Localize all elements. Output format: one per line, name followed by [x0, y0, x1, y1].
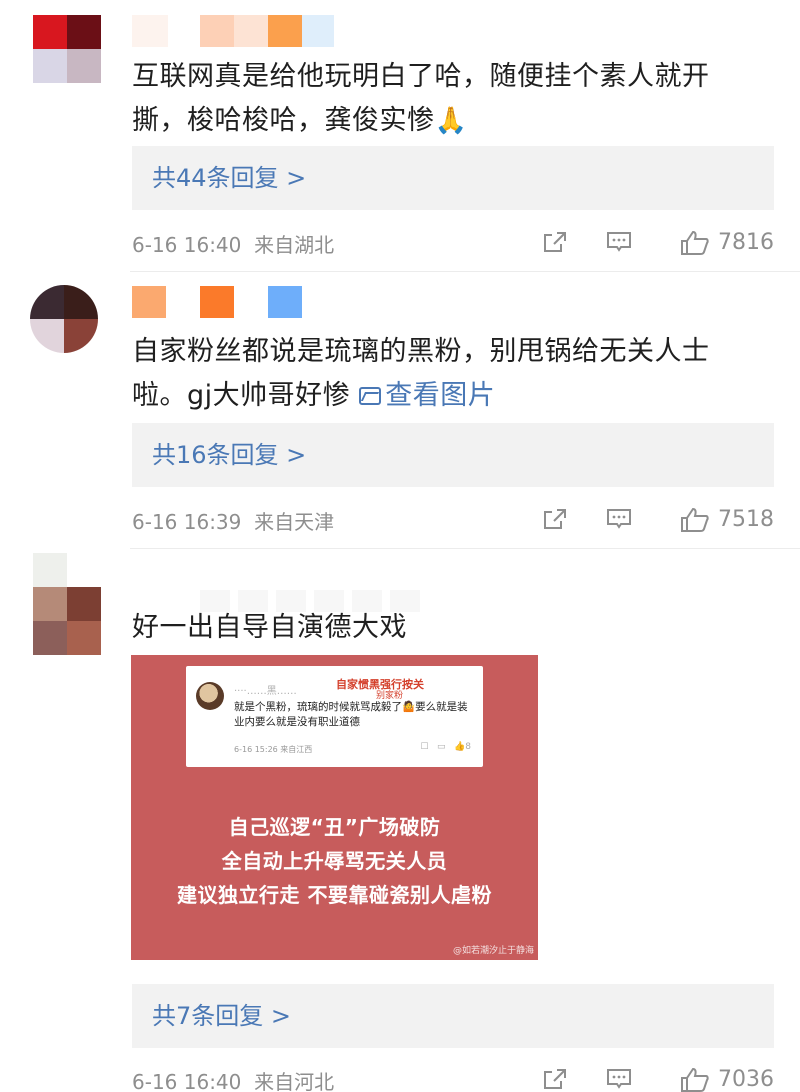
picture-icon: [359, 387, 382, 405]
replies-link[interactable]: 共44条回复 >: [132, 146, 774, 210]
pray-emoji: 🙏: [434, 106, 468, 136]
thumbs-up-icon[interactable]: [680, 230, 710, 255]
comment-text: 互联网真是给他玩明白了哈，随便挂个素人就开撕，梭哈梭哈，龚俊实惨🙏: [132, 61, 710, 136]
comment-meta: 6-16 16:40 来自河北 7036: [132, 1064, 774, 1092]
username-blurred[interactable]: [132, 15, 334, 47]
comment-icon[interactable]: [606, 230, 632, 254]
share-icon[interactable]: [542, 507, 568, 531]
avatar: [196, 682, 224, 710]
comment-text: 好一出自导自演德大戏: [132, 612, 407, 643]
timestamp: 6-16 16:40 来自湖北: [132, 233, 335, 257]
replies-link[interactable]: 共16条回复 >: [132, 423, 774, 487]
thumbs-up-icon[interactable]: [680, 507, 710, 532]
comment-image[interactable]: ····……黑…… 自家惯黑强行按关 别家粉 就是个黑粉，琉璃的时候就骂成毅了🤷…: [131, 655, 538, 960]
image-caption: 自己巡逻“丑”广场破防 全自动上升辱骂无关人员 建议独立行走 不要靠碰瓷别人虐粉: [177, 815, 492, 907]
comment-icon[interactable]: [606, 1067, 632, 1091]
comment-meta: 6-16 16:40 来自湖北 7816: [132, 227, 774, 258]
share-icon[interactable]: [542, 230, 568, 254]
comment-meta: 6-16 16:39 来自天津 7518: [132, 504, 774, 535]
thumbs-up-icon[interactable]: [680, 1067, 710, 1092]
divider: [130, 271, 800, 272]
username-blurred[interactable]: [132, 286, 302, 318]
like-count: 7036: [718, 1066, 774, 1092]
avatar[interactable]: [30, 285, 98, 353]
inner-actions: ☐ ▭ 👍8: [420, 742, 471, 752]
avatar[interactable]: [33, 15, 101, 83]
inner-username: ····……黑……: [234, 686, 297, 697]
like-count: 7816: [718, 229, 774, 255]
share-icon[interactable]: [542, 1067, 568, 1091]
comment-icon[interactable]: [606, 507, 632, 531]
screenshot-card: ····……黑…… 自家惯黑强行按关 别家粉 就是个黑粉，琉璃的时候就骂成毅了🤷…: [186, 666, 483, 767]
timestamp: 6-16 16:40 来自河北: [132, 1070, 335, 1092]
replies-link[interactable]: 共7条回复 >: [132, 984, 774, 1048]
comment-text: 自家粉丝都说是琉璃的黑粉，别甩锅给无关人士啦。gj大帅哥好惨 查看图片: [132, 336, 710, 411]
timestamp: 6-16 16:39 来自天津: [132, 510, 335, 534]
avatar[interactable]: [33, 553, 101, 655]
watermark: @如若潮汐止于静海: [452, 946, 534, 956]
view-picture-link[interactable]: 查看图片: [359, 380, 495, 411]
like-count: 7518: [718, 506, 774, 532]
inner-comment-text: 就是个黑粉，琉璃的时候就骂成毅了🤷要么就是装业内要么就是没有职业道德: [234, 701, 468, 728]
divider: [130, 548, 800, 549]
